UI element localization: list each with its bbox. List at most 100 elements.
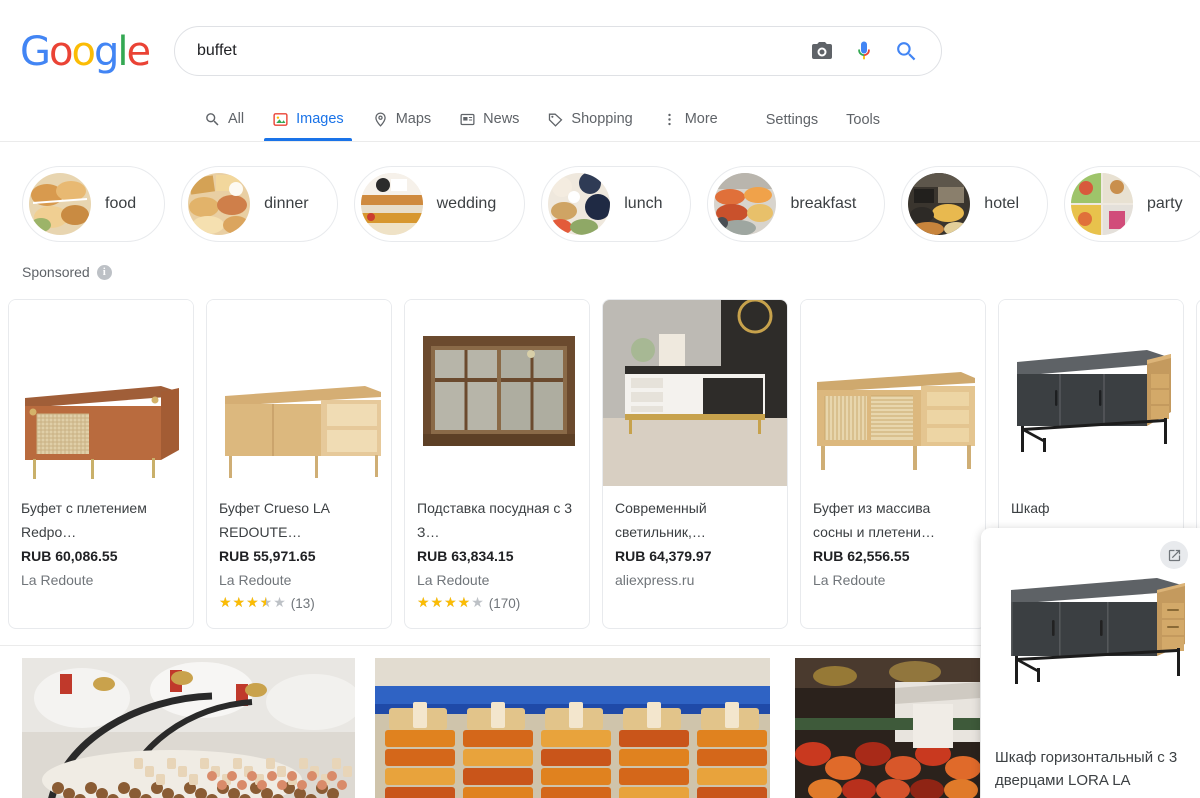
chip-label: hotel <box>984 195 1019 212</box>
tab-list: All Images Maps News Shopping More <box>190 98 732 141</box>
product-price: RUB 63,834.15 <box>417 548 514 564</box>
rating-count: (13) <box>290 595 315 611</box>
image-result[interactable] <box>22 658 355 798</box>
chip-label: food <box>105 195 137 212</box>
tab-label: All <box>228 111 245 128</box>
chip-label: party <box>1147 195 1183 212</box>
preview-title: Шкаф горизонтальный с 3 дверцами LORA LA <box>995 749 1178 790</box>
buffet-hotel-thumb <box>908 173 971 235</box>
product-card[interactable]: Буфет с плетением Redpo… RUB 60,086.55 La … <box>8 299 194 629</box>
product-card[interactable]: Буфет из массива сосны и плетени… RUB 62,… <box>800 299 986 629</box>
nav-link-settings[interactable]: Settings <box>766 112 818 128</box>
image-result[interactable] <box>375 658 770 798</box>
nav-right-links: Settings Tools <box>766 98 880 141</box>
chip-hotel[interactable]: hotel <box>901 166 1048 242</box>
image-result[interactable] <box>795 658 980 798</box>
product-card-body: Буфет Crueso LA REDOUTE… RUB 55,971.65 La … <box>207 486 391 614</box>
nav-link-tools[interactable]: Tools <box>846 112 880 128</box>
related-searches-chips[interactable]: food dinner wedding lunch breakfast hotel part… <box>0 158 1200 250</box>
search-input[interactable] <box>175 42 810 60</box>
dark-wood-glass-cabinet-image <box>405 300 589 486</box>
product-hover-preview[interactable]: Шкаф горизонтальный с 3 дверцами LORA LA <box>981 528 1200 798</box>
more-vert-icon <box>661 111 678 128</box>
tab-label: Images <box>296 111 344 128</box>
chip-lunch[interactable]: lunch <box>541 166 692 242</box>
tab-news[interactable]: News <box>445 98 533 141</box>
google-images-results-page: Google buffet All Images Maps News Shopp… <box>0 0 1200 798</box>
chip-dinner[interactable]: dinner <box>181 166 338 242</box>
chip-breakfast[interactable]: breakfast <box>707 166 886 242</box>
tab-label: News <box>483 111 520 128</box>
black-oak-sideboard-image <box>999 300 1183 486</box>
product-title: Буфет с плетением Redpo… <box>21 500 147 541</box>
product-card[interactable]: Подставка посудная с 3 З… RUB 63,834.15 La… <box>404 299 590 629</box>
product-merchant: aliexpress.ru <box>615 572 695 589</box>
logo-letter: o <box>71 29 96 75</box>
logo-letter: g <box>93 29 119 75</box>
map-pin-icon <box>372 111 389 128</box>
product-card-body: Современный светильник,… RUB 64,379.97 ali… <box>603 486 787 592</box>
sponsored-label: Sponsored <box>22 264 90 280</box>
product-price: RUB 60,086.55 <box>21 548 118 564</box>
product-rating: ★★★★★★★★★★(170) <box>417 592 577 614</box>
product-card[interactable]: Буфет Crueso LA REDOUTE… RUB 55,971.65 La … <box>206 299 392 629</box>
chip-party[interactable]: party <box>1064 166 1200 242</box>
search-icon[interactable] <box>894 39 919 64</box>
page-header: Google buffet All Images Maps News Shopp… <box>0 0 1200 142</box>
info-icon[interactable]: i <box>96 264 112 280</box>
white-gold-sideboard-room-image <box>603 300 787 486</box>
external-link-icon[interactable] <box>1160 541 1188 569</box>
product-card-body: Буфет с плетением Redpo… RUB 60,086.55 La … <box>9 486 193 592</box>
tab-label: More <box>684 111 718 128</box>
tab-label: Shopping <box>571 111 633 128</box>
buffet-food-thumb <box>29 173 91 235</box>
chip-wedding[interactable]: wedding <box>353 166 526 242</box>
product-price: RUB 64,379.97 <box>615 548 712 564</box>
camera-icon[interactable] <box>810 39 834 63</box>
product-merchant: La Redoute <box>417 572 490 589</box>
buffet-dinner-thumb <box>188 173 251 235</box>
price-tag-icon <box>547 111 564 128</box>
chip-label: wedding <box>436 195 497 212</box>
tab-more[interactable]: More <box>647 98 732 141</box>
tab-images[interactable]: Images <box>258 98 358 141</box>
sponsored-label-group: Sponsored i <box>22 264 112 280</box>
google-logo[interactable]: Google <box>20 29 151 75</box>
product-merchant: La Redoute <box>21 572 94 589</box>
buffet-wedding-thumb <box>360 173 423 235</box>
chip-label: breakfast <box>790 195 857 212</box>
product-card-body: Буфет из массива сосны и плетени… RUB 62,… <box>801 486 985 592</box>
logo-letter: G <box>20 29 51 75</box>
image-icon <box>272 111 289 128</box>
product-title: Подставка посудная с 3 З… <box>417 500 573 541</box>
product-card[interactable]: Современный светильник,… RUB 64,379.97 ali… <box>602 299 788 629</box>
product-merchant: La Redoute <box>219 572 292 589</box>
search-bar[interactable] <box>174 26 942 76</box>
product-title: Современный светильник,… <box>615 500 707 541</box>
product-price: RUB 62,556.55 <box>813 548 910 564</box>
brown-cane-sideboard-image <box>9 300 193 486</box>
product-rating: ★★★★★★★★★★(13) <box>219 592 379 614</box>
rating-count: (170) <box>488 595 521 611</box>
product-merchant: La Redoute <box>813 572 886 589</box>
logo-letter: o <box>49 29 74 75</box>
buffet-party-thumb <box>1071 173 1133 235</box>
chip-food[interactable]: food <box>22 166 166 242</box>
star-rating-icon: ★★★★★★★★★★ <box>219 595 287 612</box>
product-card-body: Подставка посудная с 3 З… RUB 63,834.15 La… <box>405 486 589 614</box>
microphone-icon[interactable] <box>852 39 876 63</box>
magnifier-icon <box>204 111 221 128</box>
buffet-breakfast-thumb <box>714 173 777 235</box>
light-oak-sideboard-image <box>207 300 391 486</box>
search-bar-icons <box>810 39 941 64</box>
tab-all[interactable]: All <box>190 98 258 141</box>
product-price: RUB 55,971.65 <box>219 548 316 564</box>
tab-shopping[interactable]: Shopping <box>533 98 646 141</box>
tab-label: Maps <box>395 111 432 128</box>
chip-label: lunch <box>624 195 663 212</box>
tab-maps[interactable]: Maps <box>358 98 445 141</box>
search-nav-tabs: All Images Maps News Shopping More Settings To… <box>0 98 1200 142</box>
star-rating-icon: ★★★★★★★★★★ <box>417 595 485 612</box>
buffet-lunch-thumb <box>548 173 611 235</box>
product-title: Буфет Crueso LA REDOUTE… <box>219 500 330 541</box>
